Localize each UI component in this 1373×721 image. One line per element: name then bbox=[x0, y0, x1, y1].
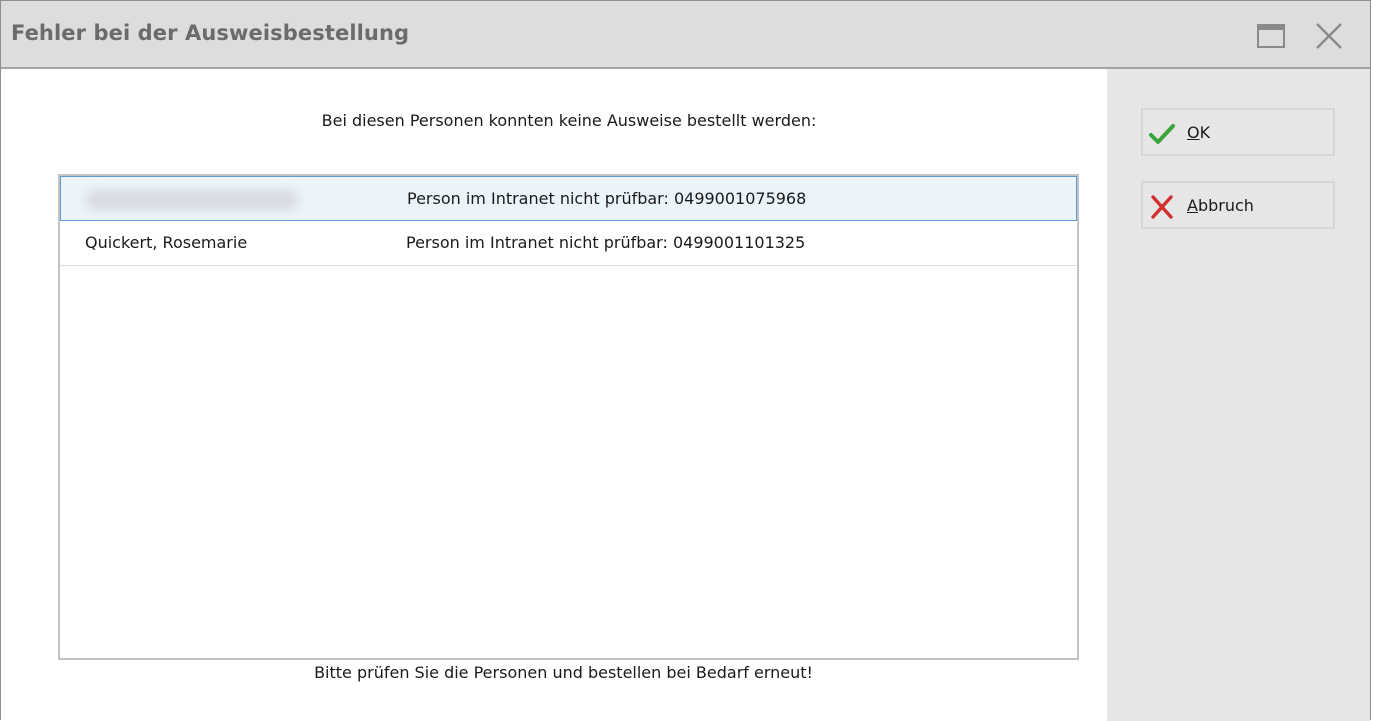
person-list[interactable]: Person im Intranet nicht prüfbar: 049900… bbox=[58, 174, 1079, 660]
check-icon bbox=[1149, 122, 1175, 146]
ok-button[interactable]: OK bbox=[1141, 108, 1335, 156]
error-reason: Person im Intranet nicht prüfbar: 049900… bbox=[406, 233, 806, 252]
person-name: Quickert, Rosemarie bbox=[85, 233, 248, 252]
cancel-label: Abbruch bbox=[1187, 196, 1254, 215]
button-panel: OK Abbruch bbox=[1107, 69, 1370, 721]
close-icon[interactable] bbox=[1313, 21, 1345, 51]
dialog-window: Fehler bei der Ausweisbestellung Bei die… bbox=[0, 0, 1371, 721]
dialog-content: Bei diesen Personen konnten keine Auswei… bbox=[1, 69, 1107, 721]
error-reason: Person im Intranet nicht prüfbar: 049900… bbox=[407, 189, 807, 208]
bottom-message: Bitte prüfen Sie die Personen und bestel… bbox=[314, 663, 813, 682]
top-message: Bei diesen Personen konnten keine Auswei… bbox=[321, 111, 817, 130]
maximize-icon[interactable] bbox=[1255, 21, 1287, 51]
window-title: Fehler bei der Ausweisbestellung bbox=[11, 21, 410, 45]
x-icon bbox=[1149, 195, 1175, 219]
ok-label: OK bbox=[1187, 123, 1211, 142]
redacted-name bbox=[86, 190, 298, 210]
cancel-button[interactable]: Abbruch bbox=[1141, 181, 1335, 229]
list-item[interactable]: Quickert, Rosemarie Person im Intranet n… bbox=[60, 221, 1077, 266]
list-item[interactable]: Person im Intranet nicht prüfbar: 049900… bbox=[60, 176, 1077, 221]
title-bar: Fehler bei der Ausweisbestellung bbox=[1, 1, 1370, 69]
